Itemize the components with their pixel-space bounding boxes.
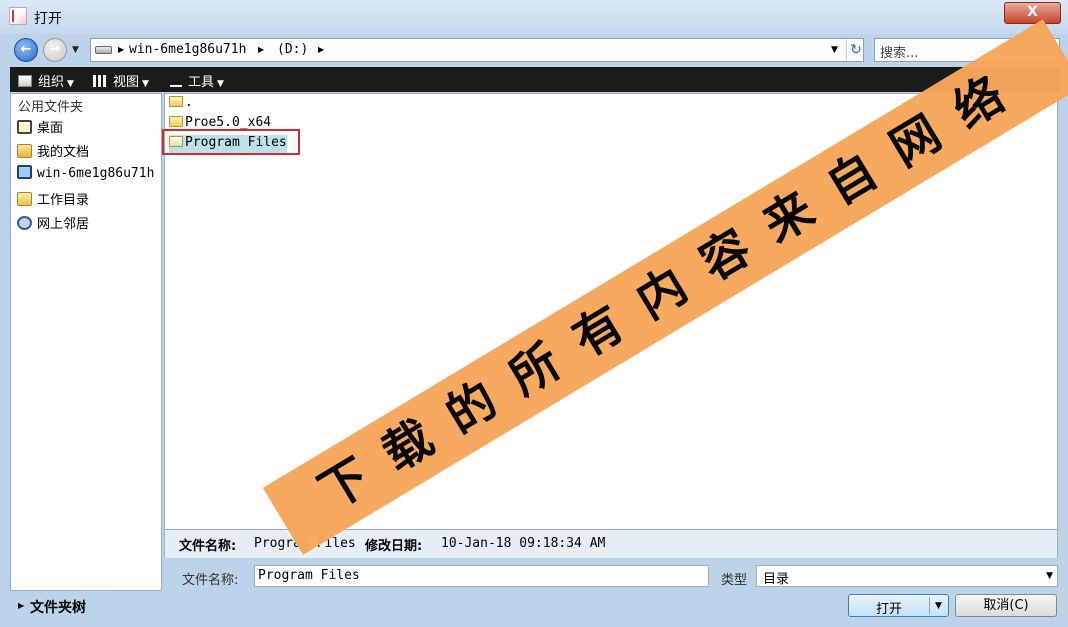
organize-menu[interactable]: 组织 ▼ xyxy=(18,71,74,90)
sidebar-item-desktop[interactable]: 桌面 xyxy=(17,117,63,137)
chevron-down-icon: ▼ xyxy=(217,79,224,89)
sidebar-item-label: 网上邻居 xyxy=(37,217,90,232)
open-button[interactable]: 打开 ▼ xyxy=(848,594,949,617)
folder-icon xyxy=(169,96,183,107)
history-dropdown-icon[interactable]: ▼ xyxy=(72,45,79,55)
title-bar: 打开 X xyxy=(0,0,1068,34)
sidebar-item-working-dir[interactable]: 工作目录 xyxy=(17,189,89,209)
command-toolbar: 组织 ▼ 视图 ▼ 工具 ▼ xyxy=(10,67,1060,92)
highlight-box xyxy=(162,129,300,155)
sidebar-item-label: 桌面 xyxy=(37,121,64,136)
filename-label: 文件名称: xyxy=(182,573,239,588)
file-name: Proe5.0_x64 xyxy=(185,115,272,130)
app-icon xyxy=(9,7,27,25)
organize-label: 组织 xyxy=(38,75,65,90)
type-select[interactable]: 目录 ▼ xyxy=(756,565,1058,587)
view-menu[interactable]: 视图 ▼ xyxy=(93,71,149,90)
network-icon xyxy=(17,216,32,230)
sidebar-item-computer[interactable]: win-6me1g86u71h xyxy=(17,165,154,185)
working-dir-icon xyxy=(17,192,32,206)
folder-tree-label: 文件夹树 xyxy=(30,600,86,616)
filename-row: 文件名称: Program Files 类型 目录 ▼ xyxy=(164,560,1058,592)
cancel-button[interactable]: 取消(C) xyxy=(955,594,1057,617)
file-name: . xyxy=(185,95,193,110)
documents-icon xyxy=(17,144,32,158)
sidebar-item-label: win-6me1g86u71h xyxy=(37,166,155,181)
info-date-value: 10-Jan-18 09:18:34 AM xyxy=(441,536,606,551)
tools-icon xyxy=(170,75,182,87)
sidebar-header: 公用文件夹 xyxy=(18,100,84,115)
sidebar-item-documents[interactable]: 我的文档 xyxy=(17,141,89,161)
chevron-right-icon[interactable]: ▶ xyxy=(258,45,264,54)
chevron-right-icon[interactable]: ▶ xyxy=(118,45,124,54)
sidebar-item-network[interactable]: 网上邻居 xyxy=(17,213,89,233)
back-button[interactable]: ← xyxy=(14,38,38,62)
chevron-down-icon[interactable]: ▼ xyxy=(935,601,942,611)
navigation-bar: ← → ▼ ▶ win-6me1g86u71h ▶ (D:) ▶ ▼ ↻ 搜索.… xyxy=(10,36,1060,66)
sidebar: 公用文件夹 桌面 我的文档 win-6me1g86u71h 工作目录 网上邻居 xyxy=(10,93,162,591)
sidebar-item-label: 我的文档 xyxy=(37,145,90,160)
organize-icon xyxy=(18,75,32,87)
folder-icon xyxy=(169,116,183,127)
window-title: 打开 xyxy=(34,11,62,27)
chevron-down-icon: ▼ xyxy=(142,79,149,89)
view-icon xyxy=(93,75,107,87)
filename-field[interactable]: Program Files xyxy=(254,565,709,587)
button-divider xyxy=(929,597,930,614)
info-date-label: 修改日期: xyxy=(365,539,423,554)
tools-menu[interactable]: 工具 ▼ xyxy=(170,71,224,90)
breadcrumb-drive[interactable]: (D:) xyxy=(277,42,308,57)
forward-button[interactable]: → xyxy=(43,38,67,62)
tools-label: 工具 xyxy=(188,75,215,90)
folder-tree-toggle[interactable]: ▶ 文件夹树 xyxy=(10,593,162,619)
type-label: 类型 xyxy=(721,573,748,588)
desktop-icon xyxy=(17,120,32,134)
type-value: 目录 xyxy=(763,572,790,587)
address-bar[interactable]: ▶ win-6me1g86u71h ▶ (D:) ▶ ▼ ↻ xyxy=(90,38,864,62)
breadcrumb-computer[interactable]: win-6me1g86u71h xyxy=(129,42,246,57)
chevron-right-icon: ▶ xyxy=(18,601,25,610)
computer-icon xyxy=(17,165,32,179)
chevron-down-icon: ▼ xyxy=(67,79,74,89)
sidebar-item-label: 工作目录 xyxy=(37,193,90,208)
refresh-icon[interactable]: ↻ xyxy=(846,39,865,61)
open-button-label: 打开 xyxy=(875,602,902,617)
address-dropdown-icon[interactable]: ▼ xyxy=(831,45,838,55)
drive-icon xyxy=(95,46,112,54)
list-item[interactable]: . xyxy=(169,95,193,113)
close-button[interactable]: X xyxy=(1004,2,1061,24)
chevron-down-icon: ▼ xyxy=(1046,571,1053,581)
chevron-right-icon[interactable]: ▶ xyxy=(318,45,324,54)
view-label: 视图 xyxy=(113,75,140,90)
info-name-label: 文件名称: xyxy=(179,539,237,554)
